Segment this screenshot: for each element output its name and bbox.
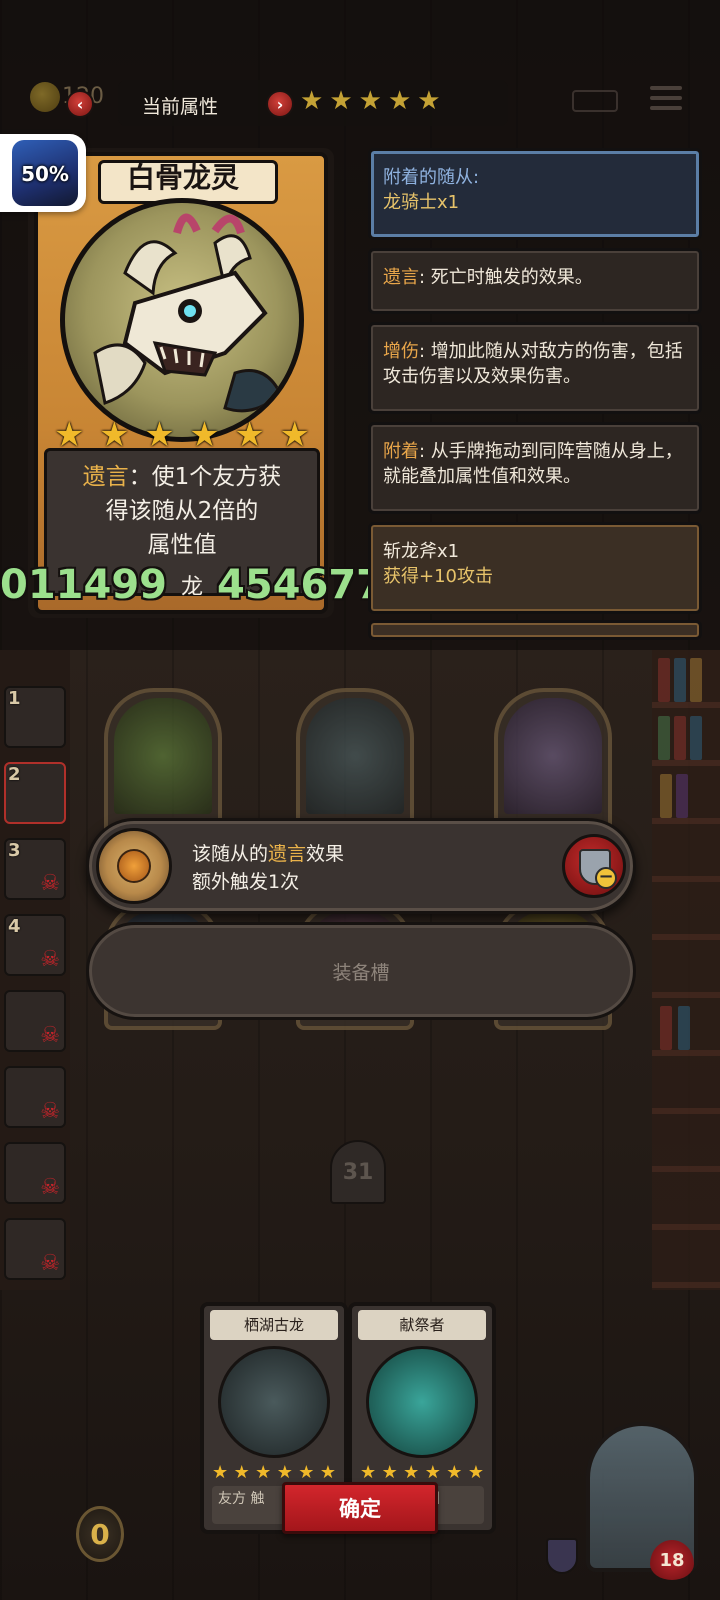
- panel-body: : 死亡时触发的效果。: [419, 267, 593, 288]
- coin-icon: [30, 82, 60, 112]
- panel-body: 龙骑士x1: [383, 192, 460, 213]
- star-icon: ★: [300, 86, 324, 116]
- card-portrait: [60, 198, 304, 442]
- minus-icon: −: [595, 867, 617, 889]
- queue-item[interactable]: ☠: [4, 1066, 66, 1128]
- skull-icon: ☠: [40, 871, 60, 896]
- tribe-label: 龙: [181, 575, 204, 600]
- queue-number: 1: [8, 688, 21, 709]
- panel-partial: [368, 620, 702, 640]
- effect-suffix: 效果: [306, 843, 345, 865]
- attack-value: 011499: [0, 562, 167, 608]
- prev-arrow-button[interactable]: ‹: [66, 90, 94, 118]
- queue-item[interactable]: 1: [4, 686, 66, 748]
- queue-item[interactable]: 2: [4, 762, 66, 824]
- unequip-button[interactable]: −: [562, 834, 626, 898]
- skull-icon: ☠: [40, 1099, 60, 1124]
- hand-card-stars: ★ ★ ★ ★ ★ ★: [212, 1462, 336, 1483]
- panel-damage-boost[interactable]: 增伤: 增加此随从对敌方的伤害，包括攻击伤害以及效果伤害。: [368, 322, 702, 414]
- confirm-button[interactable]: 确定: [282, 1482, 438, 1534]
- star-icon: ★: [144, 415, 175, 455]
- progress-badge[interactable]: 50%: [0, 134, 86, 212]
- header-star-rating: ★ ★ ★ ★ ★: [300, 88, 441, 114]
- hero-health: 18: [650, 1540, 694, 1580]
- deck-counter: 31: [330, 1140, 386, 1204]
- menu-icon[interactable]: [650, 86, 682, 114]
- panel-body: 获得+10攻击: [383, 566, 493, 587]
- equipment-slot[interactable]: 装备槽: [86, 922, 636, 1020]
- skull-icon: ☠: [40, 947, 60, 972]
- hand-card-name: 栖湖古龙: [210, 1310, 338, 1340]
- star-icon: ★: [54, 415, 85, 455]
- next-arrow-button[interactable]: ›: [266, 90, 294, 118]
- card-star-rating: ★ ★ ★ ★ ★ ★: [54, 418, 310, 452]
- star-icon: ★: [279, 415, 310, 455]
- desc-line-2: 得该随从2倍的: [105, 498, 259, 524]
- hand-card-portrait: [218, 1346, 330, 1458]
- queue-number: 2: [8, 764, 21, 785]
- queue-item[interactable]: 4 ☠: [4, 914, 66, 976]
- panel-body: : 增加此随从对敌方的伤害，包括攻击伤害以及效果伤害。: [383, 341, 683, 387]
- badge-percent: 50%: [21, 162, 69, 186]
- board-minion[interactable]: [104, 688, 222, 838]
- panel-attached-minion[interactable]: 附着的随从: 龙骑士x1: [368, 148, 702, 240]
- board-minion[interactable]: [494, 688, 612, 838]
- skull-icon: ☠: [40, 1023, 60, 1048]
- queue-item[interactable]: ☠: [4, 1218, 66, 1280]
- panel-deathrattle[interactable]: 遗言: 死亡时触发的效果。: [368, 248, 702, 314]
- skull-icon: ☠: [40, 1251, 60, 1276]
- queue-item[interactable]: ☠: [4, 1142, 66, 1204]
- deathrattle-keyword: 遗言: [82, 464, 129, 490]
- sun-emblem-icon: [96, 828, 172, 904]
- hand-card-portrait: [366, 1346, 478, 1458]
- skull-icon: ☠: [40, 1175, 60, 1200]
- card-description: 遗言：使1个友方获 得该随从2倍的 属性值: [54, 460, 310, 562]
- panel-title: 斩龙斧x1: [383, 541, 460, 562]
- bone-dragon-art: [93, 213, 282, 413]
- effect-line-2: 额外触发1次: [192, 871, 300, 893]
- star-icon: ★: [387, 86, 412, 116]
- star-icon: ★: [329, 86, 353, 116]
- desc-line-3: 属性值: [147, 532, 217, 558]
- bookshelf: [652, 650, 720, 1290]
- star-icon: ★: [189, 415, 220, 455]
- star-icon: ★: [99, 415, 130, 455]
- panel-equipment[interactable]: 斩龙斧x1 获得+10攻击: [368, 522, 702, 614]
- card-name: 白骨龙灵: [126, 161, 239, 194]
- hero-shield-icon: [546, 1538, 578, 1574]
- hand-card-name: 献祭者: [358, 1310, 486, 1340]
- star-icon: ★: [358, 86, 382, 116]
- health-value: 454677: [217, 562, 385, 608]
- star-icon: ★: [417, 86, 441, 116]
- queue-item[interactable]: ☠: [4, 990, 66, 1052]
- battery-icon: [572, 90, 618, 112]
- panel-title: 附着的随从:: [383, 167, 480, 188]
- hand-card-stars: ★ ★ ★ ★ ★ ★: [360, 1462, 484, 1483]
- effect-text: 该随从的遗言效果 额外触发1次: [192, 840, 344, 896]
- attribute-title: 当前属性: [142, 96, 219, 118]
- queue-item[interactable]: 3 ☠: [4, 838, 66, 900]
- panel-attach[interactable]: 附着: 从手牌拖动到同阵营随从身上，就能叠加属性值和效果。: [368, 422, 702, 514]
- panel-keyword: 附着: [383, 441, 419, 462]
- panel-body: : 从手牌拖动到同阵营随从身上，就能叠加属性值和效果。: [383, 441, 683, 487]
- queue-number: 4: [8, 916, 21, 937]
- card-stats: 011499 龙 454677: [0, 560, 384, 610]
- desc-line-1: ：使1个友方获: [128, 464, 282, 490]
- gold-counter: 0: [76, 1506, 124, 1562]
- effect-keyword: 遗言: [268, 843, 307, 865]
- panel-keyword: 遗言: [383, 267, 419, 288]
- board-minion[interactable]: [296, 688, 414, 838]
- queue-number: 3: [8, 840, 21, 861]
- effect-prefix: 该随从的: [192, 843, 269, 865]
- panel-keyword: 增伤: [383, 341, 419, 362]
- star-icon: ★: [234, 415, 265, 455]
